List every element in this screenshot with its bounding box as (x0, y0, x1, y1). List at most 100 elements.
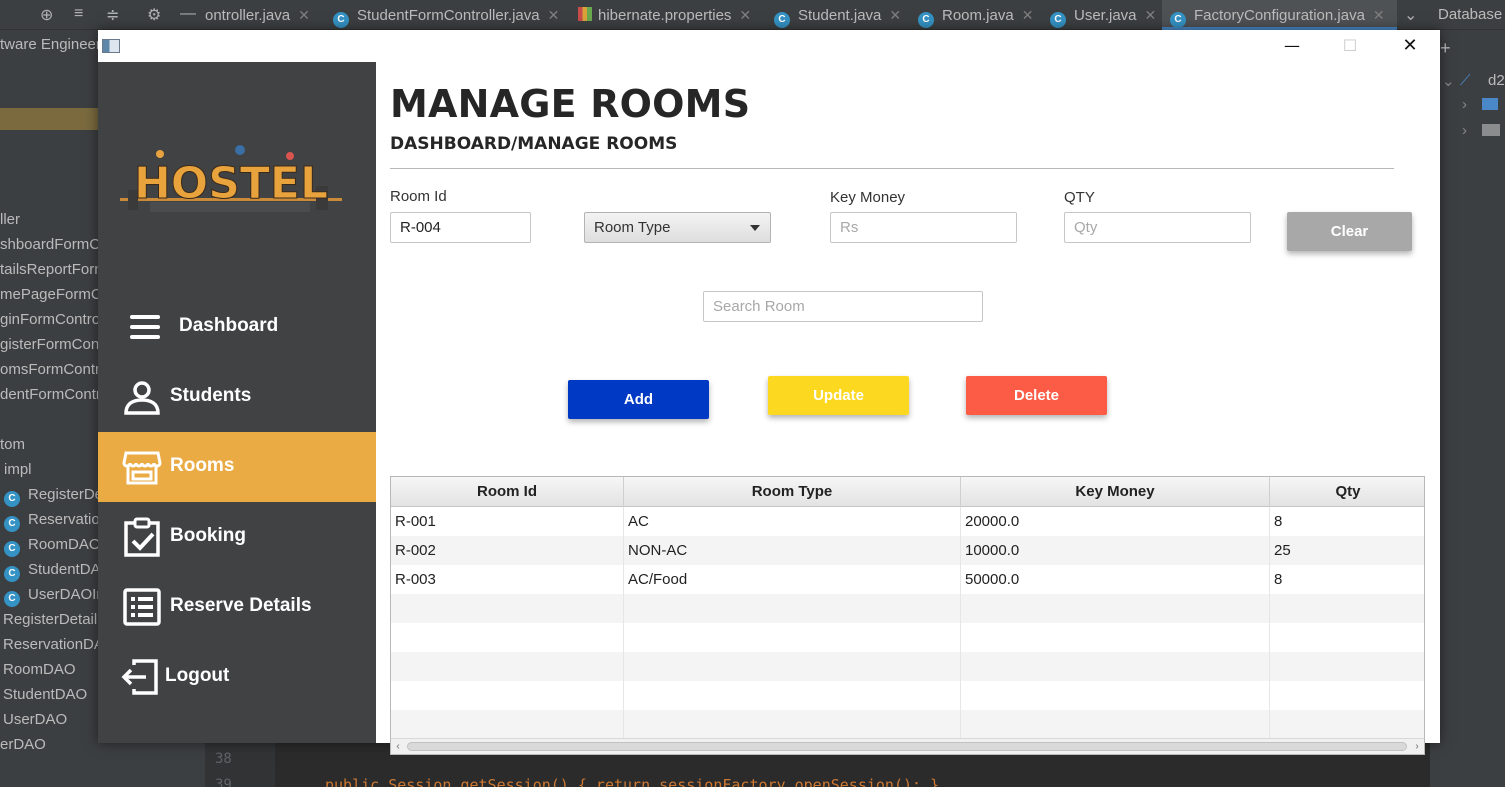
add-icon[interactable]: + (1440, 38, 1451, 59)
clear-button[interactable]: Clear (1287, 212, 1412, 251)
datasource-label[interactable]: d2 (1488, 72, 1505, 89)
close-icon[interactable]: ✕ (1373, 7, 1385, 23)
qty-field[interactable]: Qty (1064, 212, 1251, 243)
delete-button[interactable]: Delete (966, 376, 1107, 415)
cell-room-id: R-002 (391, 536, 624, 565)
tree-item[interactable]: ReservationDA (3, 636, 104, 653)
tree-item-label[interactable]: RegisterDe (28, 486, 103, 503)
cell-room-id: R-003 (391, 565, 624, 594)
nav-rooms[interactable]: Rooms (98, 432, 376, 502)
key-money-field[interactable]: Rs (830, 212, 1017, 243)
column-header-room-id[interactable]: Room Id (391, 477, 624, 507)
close-button[interactable]: ✕ (1398, 36, 1422, 56)
ide-tab[interactable]: ontroller.java ✕ (205, 0, 310, 30)
scroll-left-icon[interactable]: ‹ (391, 739, 405, 754)
line-number: 38 (215, 751, 232, 767)
ide-tab[interactable]: C User.java ✕ (1050, 0, 1156, 30)
table-row[interactable]: R-003 AC/Food 50000.0 8 (391, 565, 1424, 594)
ide-tab[interactable]: hibernate.properties ✕ (578, 0, 751, 30)
tree-item-label[interactable]: UserDAOIn (28, 586, 105, 603)
table-row-empty[interactable] (391, 710, 1424, 739)
target-icon[interactable]: ⊕ (40, 5, 53, 25)
table-row[interactable]: R-001 AC 20000.0 8 (391, 507, 1424, 536)
tree-item[interactable]: mePageFormCo (0, 286, 110, 303)
tree-item[interactable]: ginFormControl (0, 311, 103, 328)
tree-item[interactable]: tom (0, 436, 25, 453)
close-icon[interactable]: ✕ (739, 7, 751, 23)
update-button[interactable]: Update (768, 376, 909, 415)
table-row[interactable]: R-002 NON-AC 10000.0 25 (391, 536, 1424, 565)
column-header-qty[interactable]: Qty (1270, 477, 1424, 507)
chevron-right-icon[interactable]: › (1462, 122, 1467, 139)
list-icon (123, 588, 161, 626)
user-icon (124, 381, 160, 415)
close-icon[interactable]: ✕ (1145, 7, 1157, 23)
tree-item-label[interactable]: Reservation (28, 511, 108, 528)
tree-item-label[interactable]: StudentDA (28, 561, 101, 578)
column-header-key-money[interactable]: Key Money (961, 477, 1270, 507)
add-button[interactable]: Add (568, 380, 709, 419)
collapse-icon[interactable]: ≡ (74, 5, 83, 23)
ide-tab[interactable]: C Student.java ✕ (774, 0, 901, 30)
nav-booking[interactable]: Booking (98, 502, 376, 572)
cell-key-money: 50000.0 (961, 565, 1270, 594)
tree-item[interactable]: dentFormContro (0, 386, 109, 403)
tree-item: C Reservation (4, 511, 108, 532)
ide-tab-active[interactable]: C FactoryConfiguration.java ✕ (1162, 0, 1397, 30)
nav-dashboard[interactable]: Dashboard (98, 292, 376, 362)
main-content: MANAGE ROOMS DASHBOARD/MANAGE ROOMS Room… (376, 62, 1440, 755)
tree-item[interactable]: StudentDAO (3, 686, 87, 703)
tree-item[interactable]: gisterFormCont (0, 336, 103, 353)
maximize-button[interactable]: ☐ (1338, 36, 1362, 56)
close-icon[interactable]: ✕ (298, 7, 310, 23)
cell-qty: 25 (1274, 542, 1291, 559)
chevron-down-icon[interactable]: ⌄ (1404, 5, 1417, 25)
menu-icon (130, 315, 160, 339)
ide-tab[interactable]: C StudentFormController.java ✕ (333, 0, 559, 30)
search-input[interactable]: Search Room (703, 291, 983, 322)
hostel-logo: HOSTEL (120, 145, 342, 212)
tree-item[interactable]: RegisterDetail (3, 611, 97, 628)
window-titlebar: — ☐ ✕ (98, 30, 1440, 62)
column-header-room-type[interactable]: Room Type (624, 477, 961, 507)
nav-logout[interactable]: Logout (98, 642, 376, 712)
divider (390, 168, 1394, 169)
chevron-down-icon[interactable]: ⌄ (1442, 72, 1455, 90)
class-icon: C (4, 516, 20, 532)
chevron-right-icon[interactable]: › (1462, 96, 1467, 113)
database-panel: + ⌄ ⟋ d2 › › (1430, 30, 1505, 787)
room-type-select[interactable]: Room Type (584, 212, 771, 243)
tree-item[interactable]: tailsReportForm (0, 261, 107, 278)
minus-icon[interactable]: — (180, 5, 196, 23)
tree-item-label[interactable]: RoomDAO (28, 536, 101, 553)
close-icon[interactable]: ✕ (548, 7, 560, 23)
database-panel-label[interactable]: Database (1438, 0, 1502, 30)
gear-icon[interactable]: ⚙ (147, 5, 161, 25)
room-id-field[interactable]: R-004 (390, 212, 531, 243)
expand-icon[interactable]: ≑ (106, 5, 119, 25)
table-row-empty[interactable] (391, 623, 1424, 652)
chevron-down-icon (750, 225, 760, 231)
tree-item[interactable]: shboardFormCo (0, 236, 108, 253)
close-icon[interactable]: ✕ (1022, 7, 1034, 23)
table-row-empty[interactable] (391, 652, 1424, 681)
qty-label: QTY (1064, 189, 1095, 206)
scrollbar-thumb[interactable] (407, 742, 1407, 751)
scroll-right-icon[interactable]: › (1410, 739, 1424, 754)
ide-tab[interactable]: C Room.java ✕ (918, 0, 1033, 30)
nav-reserve-details[interactable]: Reserve Details (98, 572, 376, 642)
horizontal-scrollbar[interactable]: ‹ › (391, 738, 1424, 754)
tree-item[interactable]: impl (4, 461, 32, 478)
tree-item[interactable]: ller (0, 211, 20, 228)
minimize-button[interactable]: — (1280, 36, 1304, 56)
table-row-empty[interactable] (391, 681, 1424, 710)
tree-item[interactable]: erDAO (0, 736, 46, 753)
tree-title: tware Engineer (0, 36, 101, 53)
ide-tab-label: ontroller.java (205, 7, 291, 24)
tree-item[interactable]: omsFormContro (0, 361, 108, 378)
nav-students[interactable]: Students (98, 362, 376, 432)
tree-item[interactable]: UserDAO (3, 711, 67, 728)
close-icon[interactable]: ✕ (889, 7, 901, 23)
table-row-empty[interactable] (391, 594, 1424, 623)
tree-item[interactable]: RoomDAO (3, 661, 76, 678)
